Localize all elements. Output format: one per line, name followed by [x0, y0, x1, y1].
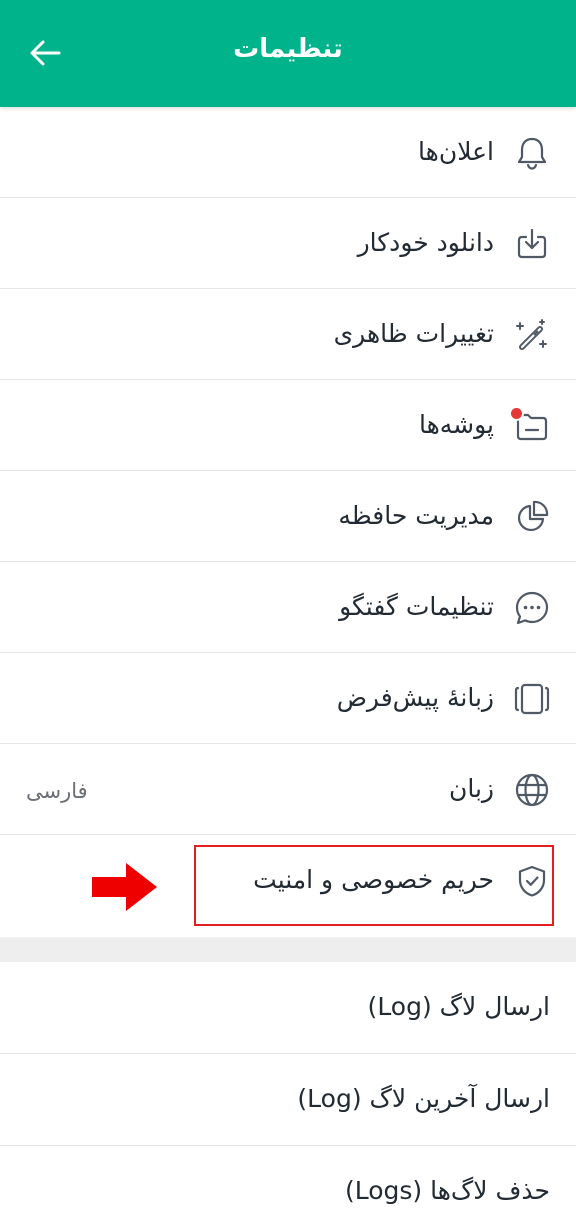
settings-item-label: پوشه‌ها — [418, 410, 494, 439]
settings-item-label: حریم خصوصی و امنیت — [253, 865, 494, 894]
settings-item-appearance[interactable]: تغییرات ظاهری — [0, 289, 576, 380]
settings-item-label: زبانهٔ پیش‌فرض — [336, 683, 494, 712]
magic-wand-icon — [512, 315, 552, 355]
pie-chart-icon — [512, 497, 552, 537]
chat-bubble-icon — [512, 588, 552, 628]
bell-icon — [512, 133, 552, 173]
download-icon — [512, 224, 552, 264]
log-action-label: ارسال آخرین لاگ (Log) — [297, 1084, 550, 1113]
settings-item-privacy-security[interactable]: حریم خصوصی و امنیت — [0, 835, 576, 927]
settings-item-auto-download[interactable]: دانلود خودکار — [0, 198, 576, 289]
settings-screen: تنظیمات اعلان‌ها دانلود خودکار — [0, 0, 576, 1229]
settings-item-default-tab[interactable]: زبانهٔ پیش‌فرض — [0, 653, 576, 744]
log-action-label: حذف لاگ‌ها (Logs) — [344, 1176, 550, 1205]
tabs-icon — [512, 679, 552, 719]
settings-item-storage[interactable]: مدیریت حافظه — [0, 471, 576, 562]
log-action-label: ارسال لاگ (Log) — [367, 992, 550, 1021]
settings-item-chat[interactable]: تنظیمات گفتگو — [0, 562, 576, 653]
page-title: تنظیمات — [233, 34, 343, 64]
settings-item-label: دانلود خودکار — [357, 228, 494, 257]
settings-item-label: مدیریت حافظه — [338, 501, 494, 530]
settings-item-label: تغییرات ظاهری — [333, 319, 494, 348]
section-divider — [0, 937, 576, 962]
send-last-log-item[interactable]: ارسال آخرین لاگ (Log) — [0, 1054, 576, 1146]
send-log-item[interactable]: ارسال لاگ (Log) — [0, 962, 576, 1054]
globe-icon — [512, 770, 552, 810]
settings-item-notifications[interactable]: اعلان‌ها — [0, 107, 576, 198]
app-bar: تنظیمات — [0, 0, 576, 107]
annotation-arrow-icon — [92, 862, 158, 912]
settings-item-folders[interactable]: پوشه‌ها — [0, 380, 576, 471]
settings-item-label: اعلان‌ها — [418, 137, 494, 166]
settings-list: اعلان‌ها دانلود خودکار تغییرات ظاهری — [0, 107, 576, 927]
notification-dot — [509, 406, 524, 421]
settings-item-language[interactable]: زبان فارسی — [0, 744, 576, 835]
shield-icon — [512, 861, 552, 901]
settings-item-label: زبان — [448, 774, 494, 803]
log-actions-list: ارسال لاگ (Log) ارسال آخرین لاگ (Log) حذ… — [0, 962, 576, 1229]
settings-item-label: تنظیمات گفتگو — [339, 592, 494, 621]
current-language-value: فارسی — [26, 779, 88, 803]
delete-logs-item[interactable]: حذف لاگ‌ها (Logs) — [0, 1146, 576, 1229]
